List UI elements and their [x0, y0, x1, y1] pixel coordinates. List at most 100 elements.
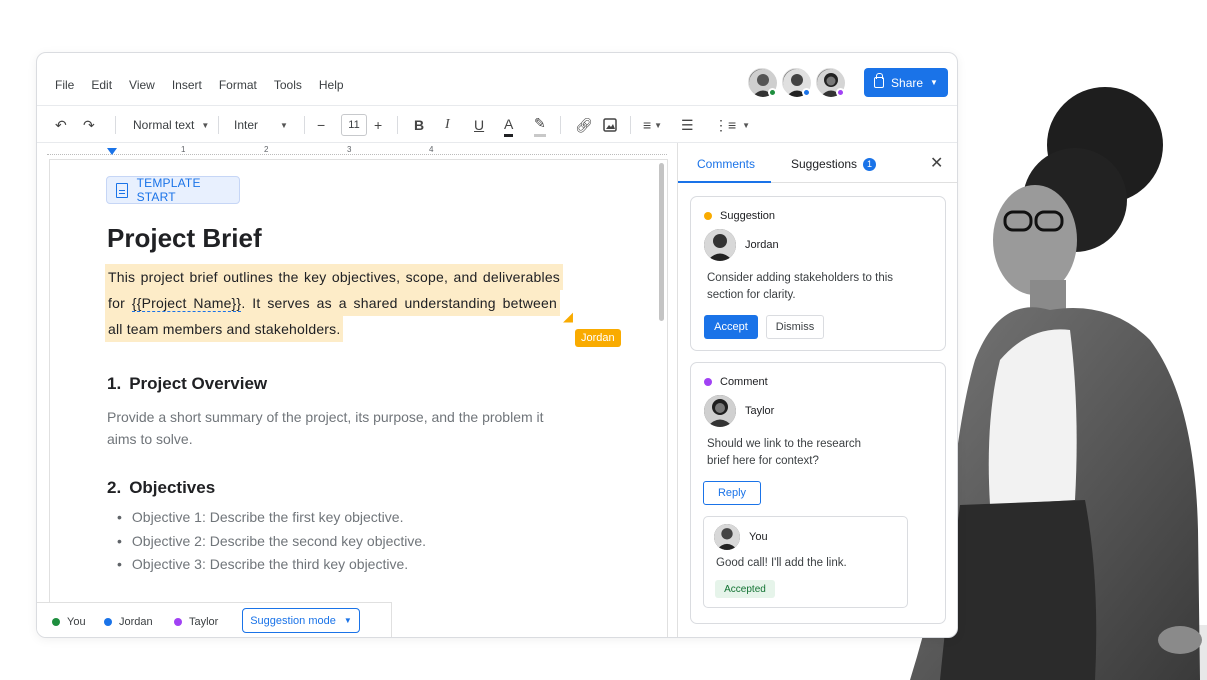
paragraph-line: This project brief outlines the key obje…	[105, 264, 563, 290]
dismiss-button[interactable]: Dismiss	[766, 315, 824, 339]
suggested-paragraph[interactable]: This project brief outlines the key obje…	[105, 264, 565, 342]
menu-file[interactable]: File	[55, 78, 74, 92]
mode-label: Suggestion mode	[250, 614, 336, 627]
menu: File Edit View Insert Format Tools Help	[55, 78, 361, 92]
bulleted-list-icon[interactable]: ☰	[681, 106, 694, 144]
section-heading-overview: 1. Project Overview	[107, 374, 267, 394]
avatar-jordan[interactable]	[782, 68, 811, 97]
font-size-input[interactable]: 11	[341, 106, 367, 144]
suggestion-mode-button[interactable]: Suggestion mode ▼	[242, 608, 360, 633]
suggestions-count-badge: 1	[863, 157, 877, 171]
presence-jordan: Jordan	[104, 616, 153, 628]
ruler-number: 3	[347, 145, 352, 154]
presence-name: Jordan	[119, 616, 153, 628]
reply-card: You Good call! I'll add the link. Accept…	[703, 516, 908, 608]
collaborator-cursor-label: Jordan	[575, 329, 621, 347]
menu-format[interactable]: Format	[219, 78, 257, 92]
presence-dot	[174, 618, 182, 626]
card-type: Comment	[704, 376, 768, 388]
avatar-taylor[interactable]	[816, 68, 845, 97]
card-author: Taylor	[704, 395, 774, 427]
decrease-font-icon[interactable]: −	[317, 106, 325, 144]
docs-window: File Edit View Insert Format Tools Help	[36, 52, 958, 638]
avatar	[704, 229, 736, 261]
list-item: Objective 2: Describe the second key obj…	[117, 530, 426, 554]
comments-panel: Comments Suggestions 1 ✕ Suggestion Jord…	[677, 143, 957, 637]
paragraph-line: all team members and stakeholders.	[105, 316, 344, 342]
align-icon[interactable]: ≡ ▼	[643, 106, 662, 144]
style-select[interactable]: Normal text ▼	[133, 106, 209, 144]
menu-bar: File Edit View Insert Format Tools Help	[37, 53, 957, 105]
redo-icon[interactable]: ↷	[83, 106, 95, 144]
card-type: Suggestion	[704, 210, 775, 222]
ruler-number: 1	[181, 145, 186, 154]
divider	[397, 116, 398, 134]
chevron-down-icon: ▼	[343, 616, 352, 625]
presence-taylor: Taylor	[174, 616, 218, 628]
chevron-down-icon: ▼	[280, 120, 288, 130]
template-start-chip[interactable]: TEMPLATE START	[106, 176, 240, 204]
section-number: 2.	[107, 478, 122, 497]
avatar-you[interactable]	[748, 68, 777, 97]
status-badge: Accepted	[715, 580, 775, 598]
section-heading-objectives: 2. Objectives	[107, 478, 215, 498]
link-icon[interactable]: 🔗︎	[575, 106, 593, 144]
accept-button[interactable]: Accept	[704, 315, 758, 339]
increase-font-icon[interactable]: +	[374, 106, 382, 144]
reply-button[interactable]: Reply	[703, 481, 761, 505]
suggestion-card[interactable]: Suggestion Jordan Consider adding stakeh…	[690, 196, 946, 351]
tab-suggestions[interactable]: Suggestions 1	[791, 157, 877, 171]
avatar	[714, 524, 740, 550]
lock-icon	[874, 73, 885, 88]
menu-insert[interactable]: Insert	[172, 78, 202, 92]
bold-icon[interactable]: B	[414, 106, 424, 144]
ruler-ticks	[47, 154, 667, 156]
indent-marker[interactable]	[107, 148, 117, 155]
chevron-down-icon: ▼	[201, 120, 210, 130]
scrollbar[interactable]	[659, 163, 664, 321]
card-text: Consider adding stakeholders to this sec…	[707, 272, 894, 301]
font-size-value: 11	[341, 114, 367, 136]
menu-edit[interactable]: Edit	[91, 78, 112, 92]
document-icon	[116, 182, 128, 198]
numbered-list-icon[interactable]: ⋮≡ ▼	[714, 106, 750, 144]
status-dot	[768, 88, 777, 97]
image-icon[interactable]	[603, 106, 617, 144]
comment-card[interactable]: Comment Taylor Should we link to the res…	[690, 362, 946, 624]
undo-icon[interactable]: ↶	[55, 106, 67, 144]
section-title: Project Overview	[129, 374, 268, 393]
tab-comments[interactable]: Comments	[697, 157, 755, 171]
highlight-icon[interactable]: ✎	[534, 113, 546, 137]
font-value: Inter	[234, 118, 259, 132]
reply-author: You	[714, 524, 768, 550]
panel-tabs: Comments Suggestions 1 ✕	[678, 143, 957, 183]
underline-icon[interactable]: U	[474, 106, 484, 144]
author-name: You	[749, 531, 768, 543]
style-value: Normal text	[133, 118, 195, 132]
collaborator-avatars	[748, 68, 845, 97]
text-fragment: for	[108, 295, 132, 311]
formatting-toolbar: ↶ ↷ Normal text ▼ Inter ▼ − 11 + B I U A ✎…	[37, 105, 957, 143]
font-select[interactable]: Inter ▼	[234, 106, 289, 144]
presence-you: You	[52, 616, 86, 628]
card-type-label: Comment	[720, 376, 768, 388]
author-name: Jordan	[745, 239, 779, 251]
presence-dot	[104, 618, 112, 626]
status-dot	[802, 88, 811, 97]
share-button[interactable]: Share ▼	[864, 68, 948, 97]
template-token[interactable]: {{Project Name}}	[131, 295, 242, 312]
document-title: Project Brief	[107, 223, 262, 253]
text-color-icon[interactable]: A	[504, 113, 514, 137]
divider	[304, 116, 305, 134]
menu-view[interactable]: View	[129, 78, 155, 92]
ruler: 1 2 3 4	[47, 145, 667, 159]
list-item: Objective 3: Describe the third key obje…	[117, 553, 426, 577]
italic-icon[interactable]: I	[445, 106, 450, 144]
reply-text: Good call! I'll add the link.	[716, 557, 847, 569]
ruler-number: 2	[264, 145, 269, 154]
menu-help[interactable]: Help	[319, 78, 344, 92]
text-fragment: . It serves as a shared understanding be…	[241, 295, 557, 311]
close-icon[interactable]: ✕	[930, 153, 943, 173]
presence-bar: You Jordan Taylor Suggestion mode ▼	[37, 602, 392, 637]
menu-tools[interactable]: Tools	[274, 78, 302, 92]
